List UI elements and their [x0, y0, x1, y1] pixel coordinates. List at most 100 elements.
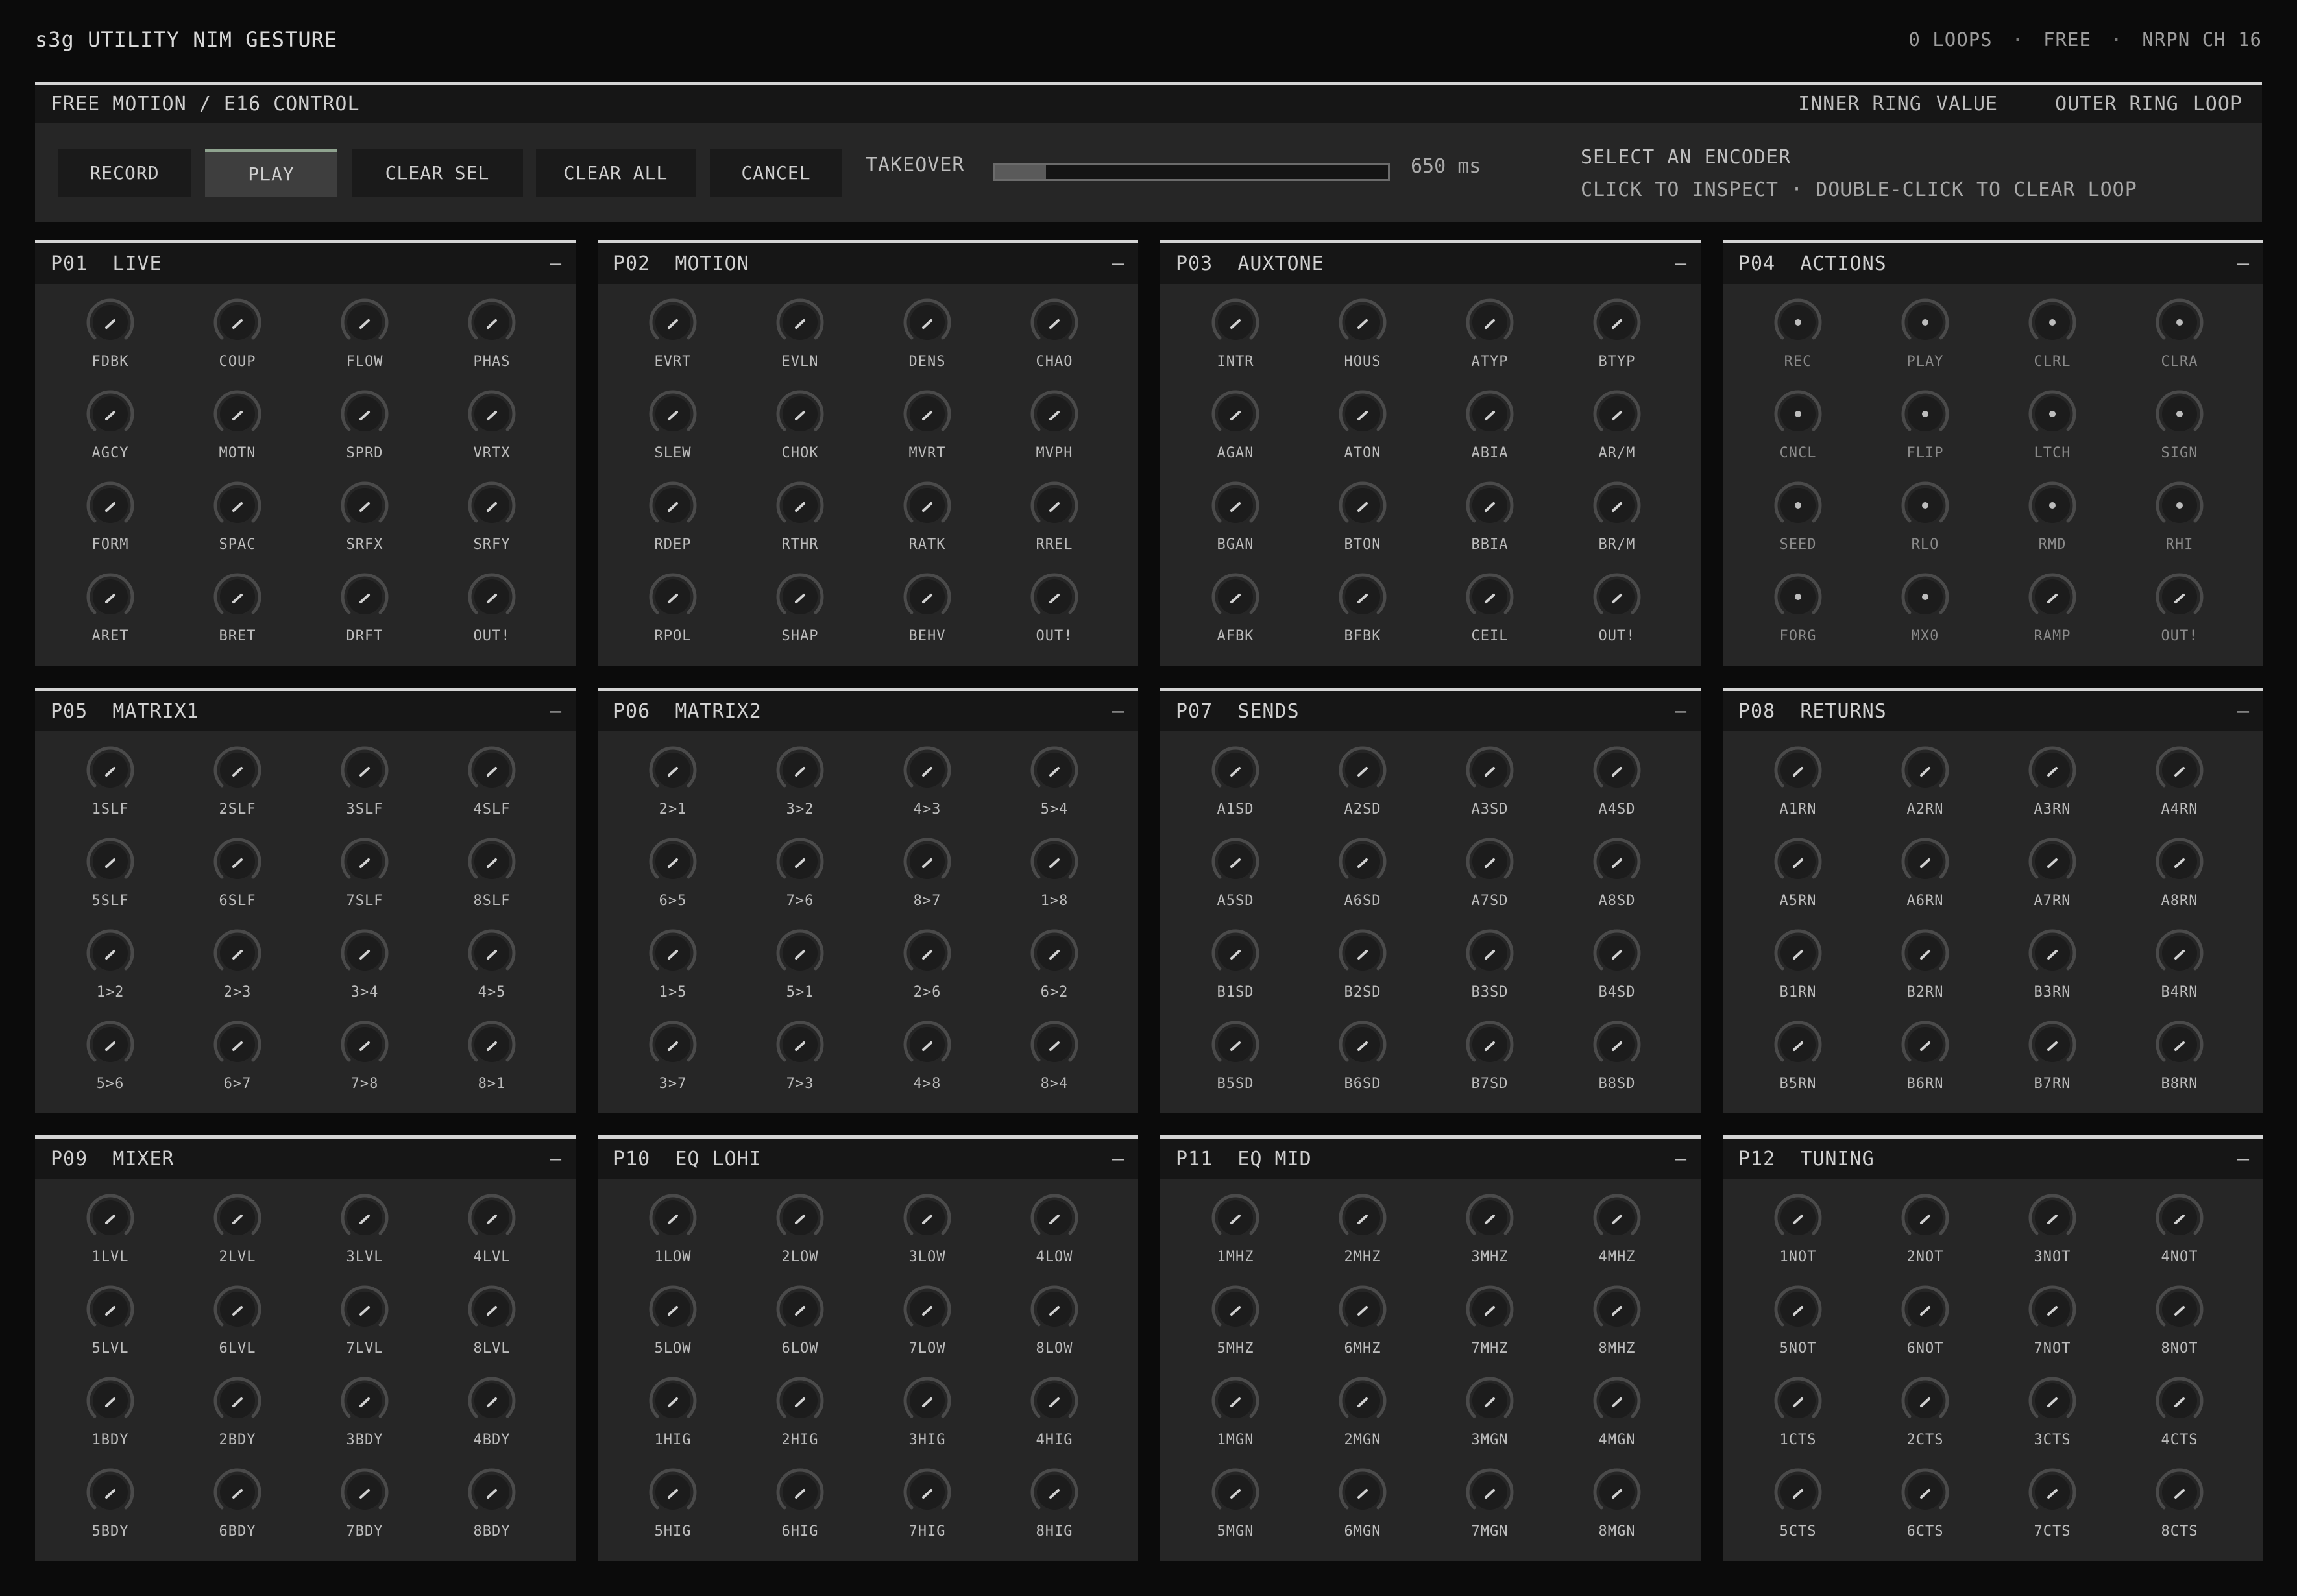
encoder[interactable]: 8>1 [428, 1017, 555, 1109]
play-button[interactable]: PLAY [205, 149, 337, 197]
encoder[interactable]: 4MHZ [1553, 1191, 1681, 1282]
encoder[interactable]: 6NOT [1862, 1282, 1989, 1373]
encoder[interactable]: A1RN [1734, 743, 1862, 834]
encoder[interactable]: 8SLF [428, 834, 555, 926]
encoder[interactable]: 2BDY [174, 1373, 301, 1465]
encoder[interactable]: RPOL [609, 570, 736, 661]
encoder[interactable]: 7MGN [1426, 1465, 1553, 1556]
encoder[interactable]: 5>4 [991, 743, 1118, 834]
encoder[interactable]: A2RN [1862, 743, 1989, 834]
encoder[interactable]: 5LOW [609, 1282, 736, 1373]
cancel-button[interactable]: CANCEL [710, 149, 842, 197]
encoder[interactable]: 1BDY [47, 1373, 174, 1465]
encoder[interactable]: BR/M [1553, 478, 1681, 570]
encoder[interactable]: MX0 [1862, 570, 1989, 661]
encoder[interactable]: A4SD [1553, 743, 1681, 834]
encoder[interactable]: 2SLF [174, 743, 301, 834]
encoder[interactable]: A4RN [2116, 743, 2243, 834]
encoder[interactable]: ABIA [1426, 387, 1553, 478]
encoder[interactable]: OUT! [428, 570, 555, 661]
encoder[interactable]: ARET [47, 570, 174, 661]
encoder[interactable]: 6LVL [174, 1282, 301, 1373]
clear-sel-button[interactable]: CLEAR SEL [352, 149, 523, 197]
encoder[interactable]: 8LOW [991, 1282, 1118, 1373]
encoder[interactable]: 5LVL [47, 1282, 174, 1373]
encoder[interactable]: 6HIG [736, 1465, 864, 1556]
encoder[interactable]: A7SD [1426, 834, 1553, 926]
encoder[interactable]: DENS [864, 295, 991, 387]
encoder[interactable]: RHI [2116, 478, 2243, 570]
encoder[interactable]: B3SD [1426, 926, 1553, 1017]
encoder[interactable]: B8RN [2116, 1017, 2243, 1109]
encoder[interactable]: RAMP [1989, 570, 2116, 661]
encoder[interactable]: 1CTS [1734, 1373, 1862, 1465]
encoder[interactable]: 8MHZ [1553, 1282, 1681, 1373]
encoder[interactable]: B7RN [1989, 1017, 2116, 1109]
encoder[interactable]: RTHR [736, 478, 864, 570]
encoder[interactable]: ATON [1299, 387, 1426, 478]
encoder[interactable]: BTYP [1553, 295, 1681, 387]
encoder[interactable]: 7LVL [301, 1282, 428, 1373]
encoder[interactable]: 2LVL [174, 1191, 301, 1282]
encoder[interactable]: 3MHZ [1426, 1191, 1553, 1282]
encoder[interactable]: B5SD [1172, 1017, 1299, 1109]
encoder[interactable]: CHOK [736, 387, 864, 478]
encoder[interactable]: 4SLF [428, 743, 555, 834]
collapse-button[interactable]: — [550, 252, 561, 275]
encoder[interactable]: 3LOW [864, 1191, 991, 1282]
encoder[interactable]: 8NOT [2116, 1282, 2243, 1373]
encoder[interactable]: MVRT [864, 387, 991, 478]
collapse-button[interactable]: — [2237, 252, 2249, 275]
encoder[interactable]: 1MHZ [1172, 1191, 1299, 1282]
encoder[interactable]: AGAN [1172, 387, 1299, 478]
encoder[interactable]: 2LOW [736, 1191, 864, 1282]
collapse-button[interactable]: — [1112, 252, 1124, 275]
encoder[interactable]: SRFX [301, 478, 428, 570]
collapse-button[interactable]: — [1675, 252, 1686, 275]
encoder[interactable]: BRET [174, 570, 301, 661]
encoder[interactable]: 6MHZ [1299, 1282, 1426, 1373]
encoder[interactable]: 3NOT [1989, 1191, 2116, 1282]
encoder[interactable]: COUP [174, 295, 301, 387]
encoder[interactable]: 1>5 [609, 926, 736, 1017]
encoder[interactable]: 1NOT [1734, 1191, 1862, 1282]
encoder[interactable]: RLO [1862, 478, 1989, 570]
encoder[interactable]: 4CTS [2116, 1373, 2243, 1465]
encoder[interactable]: 2MHZ [1299, 1191, 1426, 1282]
encoder[interactable]: 6LOW [736, 1282, 864, 1373]
encoder[interactable]: B4RN [2116, 926, 2243, 1017]
encoder[interactable]: 3>4 [301, 926, 428, 1017]
encoder[interactable]: B4SD [1553, 926, 1681, 1017]
collapse-button[interactable]: — [550, 1148, 561, 1170]
encoder[interactable]: FORM [47, 478, 174, 570]
encoder[interactable]: HOUS [1299, 295, 1426, 387]
encoder[interactable]: 8BDY [428, 1465, 555, 1556]
encoder[interactable]: 3MGN [1426, 1373, 1553, 1465]
encoder[interactable]: 6>7 [174, 1017, 301, 1109]
encoder[interactable]: B1SD [1172, 926, 1299, 1017]
encoder[interactable]: 6MGN [1299, 1465, 1426, 1556]
encoder[interactable]: MOTN [174, 387, 301, 478]
page-header[interactable]: P04 ACTIONS — [1723, 243, 2263, 284]
encoder[interactable]: 8>7 [864, 834, 991, 926]
encoder[interactable]: EVLN [736, 295, 864, 387]
encoder[interactable]: A3SD [1426, 743, 1553, 834]
encoder[interactable]: 2>3 [174, 926, 301, 1017]
encoder[interactable]: FLOW [301, 295, 428, 387]
encoder[interactable]: LTCH [1989, 387, 2116, 478]
encoder[interactable]: B6SD [1299, 1017, 1426, 1109]
encoder[interactable]: 4BDY [428, 1373, 555, 1465]
encoder[interactable]: BEHV [864, 570, 991, 661]
encoder[interactable]: 3BDY [301, 1373, 428, 1465]
encoder[interactable]: 3HIG [864, 1373, 991, 1465]
encoder[interactable]: 8MGN [1553, 1465, 1681, 1556]
encoder[interactable]: 3>2 [736, 743, 864, 834]
encoder[interactable]: DRFT [301, 570, 428, 661]
encoder[interactable]: 5BDY [47, 1465, 174, 1556]
page-header[interactable]: P10 EQ LOHI — [598, 1139, 1138, 1179]
encoder[interactable]: RDEP [609, 478, 736, 570]
encoder[interactable]: 5NOT [1734, 1282, 1862, 1373]
encoder[interactable]: SPRD [301, 387, 428, 478]
encoder[interactable]: 2NOT [1862, 1191, 1989, 1282]
encoder[interactable]: 7>8 [301, 1017, 428, 1109]
